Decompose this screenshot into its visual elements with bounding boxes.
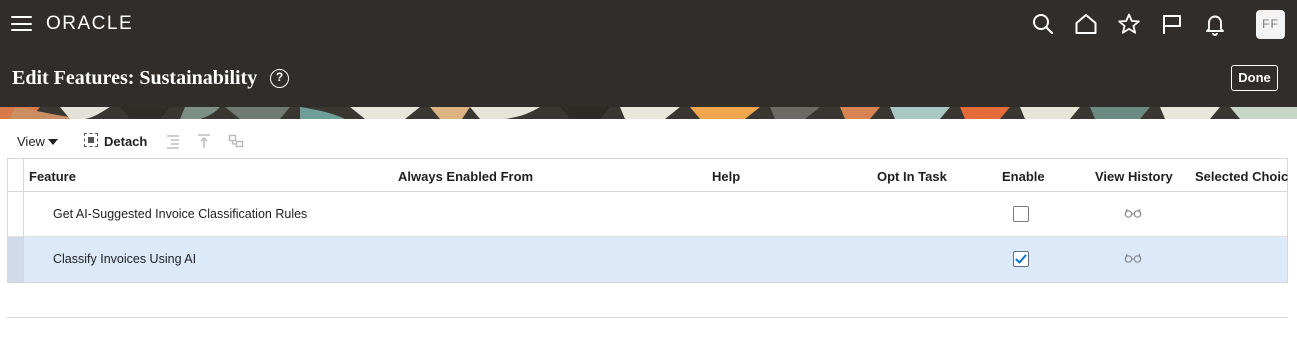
view-history-icon[interactable]	[1124, 207, 1142, 219]
table-header: Feature Always Enabled From Help Opt In …	[8, 159, 1288, 192]
decorative-banner	[0, 107, 1297, 119]
chevron-down-icon[interactable]	[48, 139, 58, 145]
column-header-selected-choice[interactable]: Selected Choic	[1195, 169, 1288, 184]
column-header-feature[interactable]: Feature	[29, 169, 76, 184]
help-icon[interactable]: ?	[270, 69, 289, 88]
flag-icon[interactable]	[1160, 12, 1184, 36]
enable-checkbox-checked[interactable]	[1013, 251, 1029, 267]
column-header-view-history[interactable]: View History	[1095, 169, 1173, 184]
oracle-logo[interactable]: ORACLE	[46, 14, 133, 34]
column-header-enable[interactable]: Enable	[1002, 169, 1045, 184]
row-selector[interactable]	[8, 192, 24, 237]
done-button[interactable]: Done	[1231, 65, 1278, 91]
wrap-icon[interactable]	[165, 133, 181, 149]
divider	[7, 317, 1288, 318]
checkmark-icon	[1015, 254, 1027, 264]
detach-button[interactable]: Detach	[104, 134, 147, 149]
menu-icon[interactable]	[11, 15, 32, 32]
bell-icon[interactable]	[1203, 12, 1227, 36]
freeze-icon[interactable]	[196, 133, 212, 149]
enable-checkbox[interactable]	[1013, 206, 1029, 222]
user-avatar[interactable]: FF	[1256, 10, 1285, 39]
column-header-always-enabled-from[interactable]: Always Enabled From	[398, 169, 533, 184]
view-history-icon[interactable]	[1124, 252, 1142, 264]
star-icon[interactable]	[1117, 12, 1141, 36]
view-menu[interactable]: View	[17, 134, 45, 149]
page-header: Edit Features: Sustainability ? Done	[0, 48, 1297, 107]
search-icon[interactable]	[1031, 12, 1055, 36]
table-toolbar: View Detach	[0, 126, 1297, 156]
row-header-gutter	[8, 159, 24, 192]
page-title: Edit Features: Sustainability	[12, 67, 258, 89]
reorder-icon[interactable]	[228, 133, 244, 149]
feature-name: Get AI-Suggested Invoice Classification …	[53, 207, 308, 221]
table-row[interactable]: Get AI-Suggested Invoice Classification …	[8, 192, 1287, 237]
features-table: Feature Always Enabled From Help Opt In …	[7, 158, 1288, 283]
table-row-selected[interactable]: Classify Invoices Using AI	[8, 237, 1287, 282]
column-header-opt-in-task[interactable]: Opt In Task	[877, 169, 947, 184]
global-header: ORACLE FF	[0, 0, 1297, 48]
column-header-help[interactable]: Help	[712, 169, 740, 184]
detach-icon[interactable]	[84, 133, 98, 147]
row-selector[interactable]	[8, 237, 24, 282]
feature-name: Classify Invoices Using AI	[53, 252, 197, 266]
home-icon[interactable]	[1074, 12, 1098, 36]
